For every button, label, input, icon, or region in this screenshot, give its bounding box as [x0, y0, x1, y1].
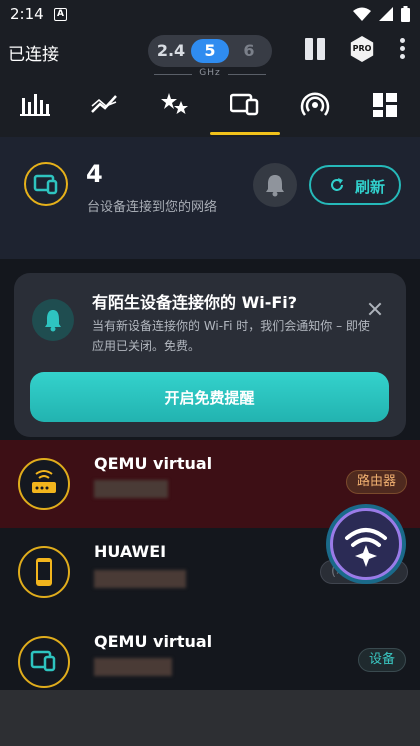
device-name: HUAWEI	[94, 542, 167, 561]
wifi-status-icon	[353, 7, 371, 21]
more-options-icon[interactable]	[397, 38, 407, 62]
masked-address	[94, 570, 186, 588]
bell-icon	[266, 175, 284, 197]
status-bar: 2:14 A	[0, 0, 420, 30]
pause-icon	[305, 38, 313, 60]
tab-radar[interactable]	[297, 92, 333, 122]
band-unit-label: GHz	[150, 68, 270, 78]
tab-bar	[0, 82, 420, 137]
refresh-button[interactable]: 刷新	[309, 165, 401, 205]
battery-icon	[401, 6, 410, 22]
device-count-label: 台设备连接到您的网络	[87, 200, 218, 215]
notification-bell-button[interactable]	[253, 163, 297, 207]
tab-signal[interactable]	[17, 92, 53, 122]
refresh-label: 刷新	[355, 178, 386, 196]
device-name: QEMU virtual	[94, 632, 213, 651]
device-type-badge: 设备	[358, 648, 407, 672]
tab-tools[interactable]	[367, 92, 403, 122]
band-option-2-4[interactable]: 2.4	[152, 39, 190, 63]
connection-status: 已连接	[8, 45, 59, 65]
device-count: 4	[86, 160, 103, 188]
refresh-icon	[331, 178, 343, 191]
bottom-bar	[0, 690, 420, 746]
device-icon	[18, 636, 70, 688]
notification-icon: A	[54, 8, 67, 21]
status-icons	[353, 6, 410, 22]
tab-devices[interactable]	[227, 92, 263, 122]
stars-icon	[161, 93, 188, 114]
band-option-6[interactable]: 6	[230, 39, 268, 63]
pro-badge-icon[interactable]: PRO	[350, 36, 374, 62]
devices-icon	[230, 93, 259, 116]
radar-icon	[300, 92, 330, 116]
tab-speed[interactable]	[87, 92, 123, 122]
active-tab-indicator	[210, 132, 280, 135]
wifi-ai-fab[interactable]	[330, 508, 402, 580]
signal-bars-icon	[20, 94, 50, 116]
tab-ratings[interactable]	[157, 92, 193, 122]
app-header: 已连接 2.4 5 6 GHz PRO	[0, 30, 420, 82]
alert-title: 有陌生设备连接你的 Wi-Fi?	[92, 293, 298, 312]
phone-icon	[18, 546, 70, 598]
pause-button[interactable]	[303, 38, 327, 62]
grid-icon	[373, 93, 397, 117]
band-option-5[interactable]: 5	[191, 39, 229, 63]
cellular-icon	[379, 7, 393, 21]
close-icon[interactable]	[364, 298, 386, 320]
enable-alerts-button[interactable]: 开启免费提醒	[30, 372, 389, 422]
speed-chart-icon	[91, 95, 117, 113]
masked-address	[94, 658, 172, 676]
device-name: QEMU virtual	[94, 454, 213, 473]
enable-alerts-label: 开启免费提醒	[164, 389, 255, 407]
router-icon	[18, 458, 70, 510]
status-time: 2:14	[10, 5, 44, 23]
band-selector[interactable]: 2.4 5 6	[148, 35, 272, 67]
masked-address	[94, 480, 168, 498]
device-type-badge: 路由器	[346, 470, 408, 494]
wifi-sparkle-icon	[345, 528, 387, 567]
devices-summary-icon	[24, 162, 68, 206]
alert-body: 当有新设备连接你的 Wi-Fi 时，我们会通知你 – 即使应用已关闭。免费。	[92, 319, 370, 353]
alert-bell-icon	[32, 299, 74, 341]
